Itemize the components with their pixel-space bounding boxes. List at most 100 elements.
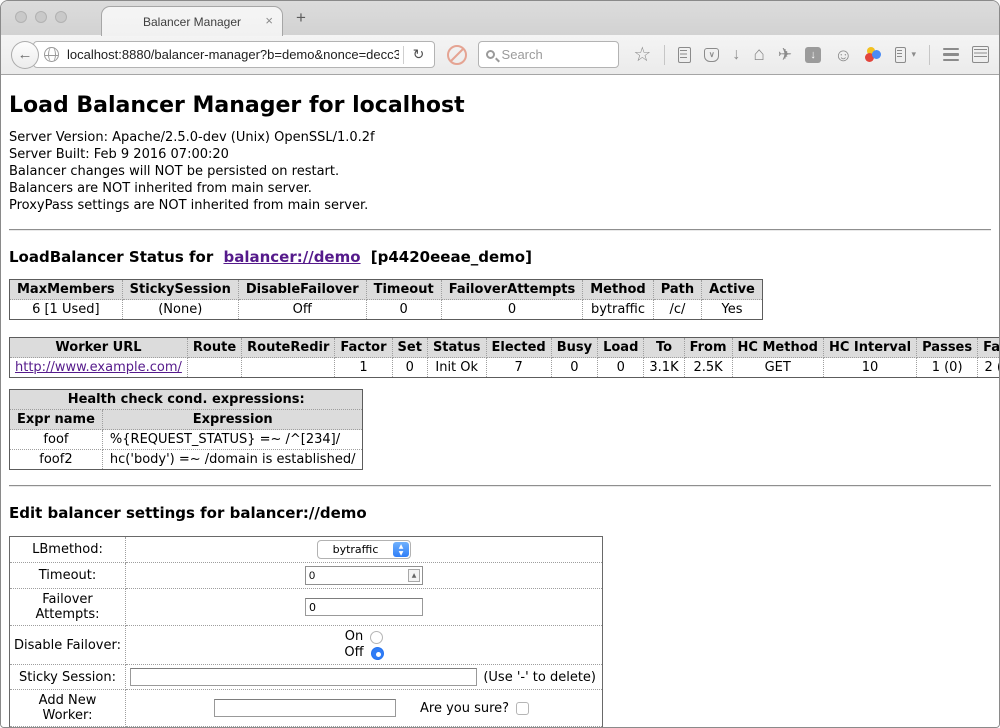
col-header: Factor: [335, 338, 392, 358]
failover-attempts-label: Failover Attempts:: [10, 589, 126, 626]
health-check-table: Health check cond. expressions: Expr nam…: [9, 389, 363, 470]
worker-row: http://www.example.com/ 1 0 Init Ok 7 0 …: [10, 358, 1000, 378]
confirm-group: Are you sure?: [420, 701, 529, 716]
form-row-timeout: Timeout: ▲: [10, 563, 603, 589]
sticky-session-label: Sticky Session:: [10, 665, 126, 690]
tiles-addon-icon[interactable]: [972, 46, 989, 63]
server-version-line: Server Version: Apache/2.5.0-dev (Unix) …: [9, 129, 991, 146]
col-header: Set: [392, 338, 427, 358]
col-header: RouteRedir: [242, 338, 335, 358]
form-row-lbmethod: LBmethod: bytraffic ▲▼: [10, 537, 603, 563]
lbmethod-select[interactable]: bytraffic ▲▼: [317, 540, 411, 559]
pocket-icon[interactable]: ∨: [704, 48, 719, 62]
chevron-down-icon[interactable]: ▾: [911, 49, 916, 60]
home-icon[interactable]: ⌂: [753, 45, 764, 64]
inherit-notice-line: Balancers are NOT inherited from main se…: [9, 180, 991, 197]
close-window-button[interactable]: [15, 11, 27, 23]
table-title-row: Health check cond. expressions:: [10, 390, 363, 410]
cell-active: Yes: [702, 300, 763, 320]
new-tab-button[interactable]: +: [296, 8, 306, 28]
radio-on-label: On: [345, 629, 363, 645]
proxypass-notice-line: ProxyPass settings are NOT inherited fro…: [9, 197, 991, 214]
cell-expression: %{REQUEST_STATUS} =~ /^[234]/: [102, 430, 363, 450]
back-icon: ←: [17, 46, 32, 63]
url-input[interactable]: [59, 47, 403, 62]
tab-balancer-manager[interactable]: Balancer Manager ×: [101, 6, 283, 36]
page-content: Load Balancer Manager for localhost Serv…: [1, 75, 999, 728]
table-header-row: Worker URL Route RouteRedir Factor Set S…: [10, 338, 1000, 358]
col-header: Passes: [917, 338, 978, 358]
are-you-sure-checkbox[interactable]: [516, 702, 529, 715]
col-header: Timeout: [366, 280, 441, 300]
radio-option-off: Off: [130, 645, 598, 661]
failover-attempts-input[interactable]: [305, 598, 423, 616]
video-download-icon[interactable]: ↓: [805, 47, 821, 63]
cell-route: [187, 358, 241, 378]
battery-addon-icon[interactable]: [895, 47, 906, 63]
bookmark-star-icon[interactable]: ☆: [633, 45, 651, 65]
sticky-session-hint: (Use '-' to delete): [483, 670, 598, 685]
search-icon: [486, 50, 495, 59]
cell-expression: hc('body') =~ /domain is established/: [102, 450, 363, 470]
cell-timeout: 0: [366, 300, 441, 320]
col-header: Elected: [486, 338, 551, 358]
timeout-input[interactable]: [306, 570, 408, 582]
table-header-row: Expr name Expression: [10, 410, 363, 430]
minimize-window-button[interactable]: [35, 11, 47, 23]
disable-failover-label: Disable Failover:: [10, 626, 126, 665]
col-header: To: [644, 338, 684, 358]
cell-stickysession: (None): [122, 300, 238, 320]
worker-url-link[interactable]: http://www.example.com/: [15, 360, 182, 375]
col-header: FailoverAttempts: [441, 280, 583, 300]
back-button[interactable]: ←: [11, 41, 39, 69]
balancer-status-table: MaxMembers StickySession DisableFailover…: [9, 279, 763, 320]
col-header: Worker URL: [10, 338, 188, 358]
cell-busy: 0: [551, 358, 597, 378]
col-header: Fails: [978, 338, 1000, 358]
cell-load: 0: [598, 358, 644, 378]
radio-off-button[interactable]: [371, 647, 384, 660]
reload-icon[interactable]: ↻: [404, 46, 434, 63]
col-header: Load: [598, 338, 644, 358]
navigation-toolbar: ← ↻ ☆ ∨ ↓ ⌂ ✈ ↓ ☺ ▾: [1, 35, 999, 75]
close-tab-icon[interactable]: ×: [265, 13, 273, 28]
globe-icon: [44, 47, 59, 62]
add-worker-input[interactable]: [214, 699, 396, 717]
sticky-session-input[interactable]: [130, 668, 477, 686]
tab-bar: Balancer Manager × +: [1, 1, 999, 35]
add-worker-label: Add New Worker:: [10, 690, 126, 727]
page-title: Load Balancer Manager for localhost: [9, 93, 991, 118]
cell-fails: 2 (0): [978, 358, 1000, 378]
toolbar-icons: ☆ ∨ ↓ ⌂ ✈ ↓ ☺ ▾: [633, 45, 989, 65]
send-tab-icon[interactable]: ✈: [778, 46, 792, 63]
cell-elected: 7: [486, 358, 551, 378]
persist-notice-line: Balancer changes will NOT be persisted o…: [9, 163, 991, 180]
balancer-link[interactable]: balancer://demo: [223, 248, 360, 266]
bookmarks-menu-icon[interactable]: [678, 47, 691, 63]
status-heading: LoadBalancer Status for balancer://demo …: [9, 248, 991, 266]
emoji-addon-icon[interactable]: ☺: [834, 46, 852, 64]
number-spinner-icon[interactable]: ▲: [408, 569, 420, 582]
menu-icon[interactable]: [943, 48, 959, 62]
zoom-window-button[interactable]: [55, 11, 67, 23]
col-header: DisableFailover: [238, 280, 366, 300]
url-bar[interactable]: ↻: [33, 41, 435, 68]
search-input[interactable]: [495, 47, 595, 62]
col-header: Path: [653, 280, 701, 300]
status-heading-prefix: LoadBalancer Status for: [9, 248, 213, 266]
table-row: foof %{REQUEST_STATUS} =~ /^[234]/: [10, 430, 363, 450]
lbmethod-selected-value: bytraffic: [318, 543, 393, 556]
cell-factor: 1: [335, 358, 392, 378]
cell-set: 0: [392, 358, 427, 378]
cell-passes: 1 (0): [917, 358, 978, 378]
search-bar[interactable]: [478, 41, 620, 68]
palette-addon-icon[interactable]: [865, 47, 882, 63]
cell-hc-interval: 10: [823, 358, 916, 378]
status-heading-suffix: [p4420eeae_demo]: [371, 248, 532, 266]
toolbar-separator: [664, 45, 665, 65]
downloads-icon[interactable]: ↓: [732, 47, 740, 63]
radio-on-button[interactable]: [370, 631, 383, 644]
content-blocked-icon[interactable]: [447, 45, 467, 65]
col-header: Expression: [102, 410, 363, 430]
server-info: Server Version: Apache/2.5.0-dev (Unix) …: [9, 129, 991, 214]
